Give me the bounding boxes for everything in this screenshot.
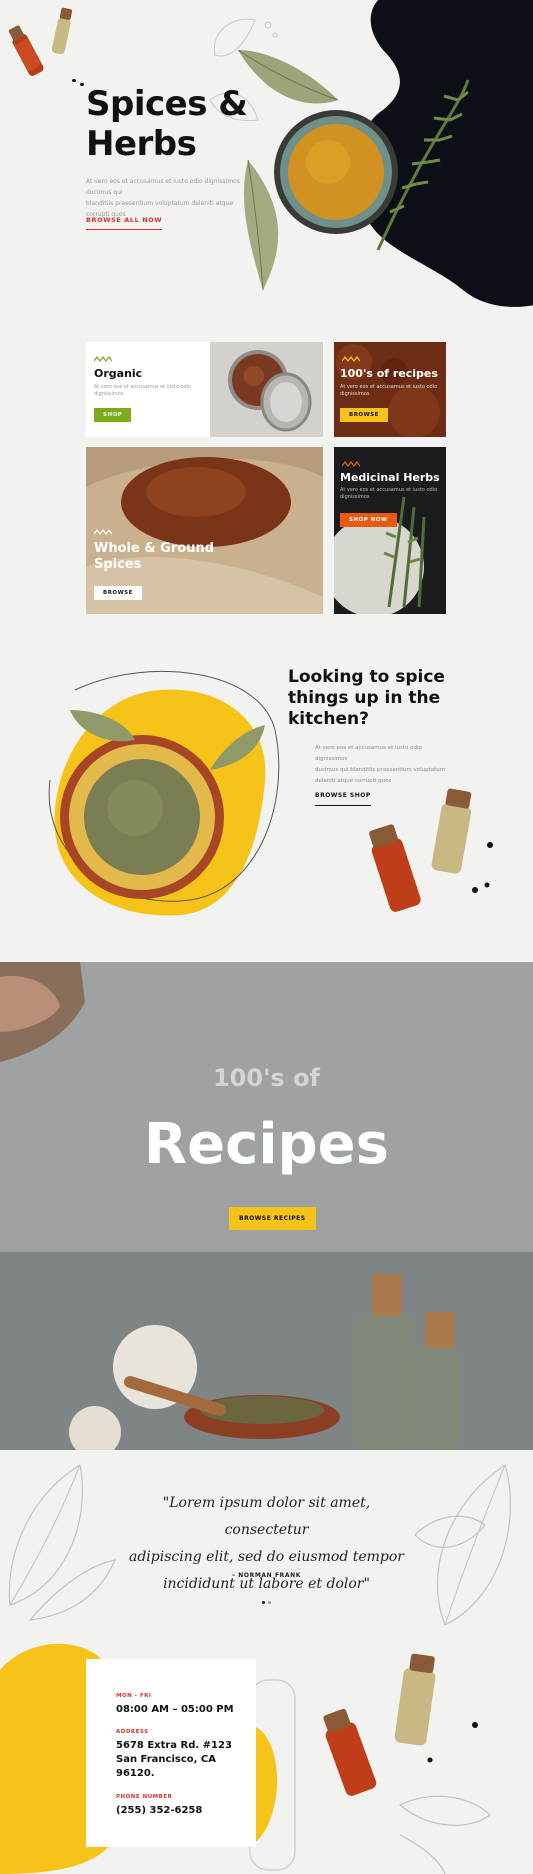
organic-shop-button[interactable]: SHOP (94, 408, 132, 422)
hero-title: Spices & Herbs (86, 84, 248, 164)
quote-line: adipiscing elit, sed do eiusmod tempor (129, 1549, 404, 1565)
pepper-dot (80, 83, 84, 86)
banner-pretitle: 100's of (212, 1064, 320, 1092)
banner-title: Recipes (144, 1112, 389, 1177)
spice-jars-image (369, 788, 493, 912)
pagination-dot[interactable] (262, 1601, 265, 1604)
medicinal-herbs-card[interactable]: Medicinal Herbs At vero eos et accusamus… (334, 447, 446, 614)
herb-bowl-image (48, 670, 280, 916)
medicinal-desc-line: dignissimos (340, 494, 370, 500)
recipes-banner: 100's of Recipes BROWSE RECIPES (0, 962, 533, 1450)
recipes-desc: At vero eos et accusamus et iusto odio d… (340, 384, 437, 398)
spice-text-line: ducimus qui blanditiis praesentium volup… (315, 767, 446, 773)
spice-text-line: At vero eos et accusamus et iusto odio d… (315, 745, 422, 762)
testimonial-pagination (262, 1589, 274, 1608)
spice-text-line: deleniti atque corrupti quos (315, 778, 392, 784)
whole-spices-card[interactable]: Whole & Ground Spices BROWSE (86, 447, 323, 614)
whole-title-line: Spices (94, 557, 142, 572)
squiggle-icon (94, 529, 112, 535)
sketch-bay-leaves-icon (8, 1464, 117, 1621)
organic-card[interactable]: Organic At vero eos et accusamus et iust… (86, 342, 210, 437)
address-line: 5678 Extra Rd. #123 (116, 1740, 232, 1751)
browse-recipes-button[interactable]: BROWSE RECIPES (229, 1207, 316, 1230)
pagination-dot[interactable] (268, 1601, 271, 1604)
pepper-dot (72, 79, 76, 82)
phone-label: PHONE NUMBER (116, 1794, 173, 1800)
sketch-bay-leaves-icon (414, 1464, 511, 1626)
spice-tin-image (210, 342, 323, 437)
testimonial-author: – NORMAN FRANK (232, 1572, 301, 1579)
squiggle-icon (94, 356, 112, 362)
hours-label: MON - FRI (116, 1693, 152, 1699)
whole-title-line: Whole & Ground (94, 541, 215, 556)
medicinal-title: Medicinal Herbs (340, 471, 440, 484)
recipes-desc-line: At vero eos et accusamus et iusto odio (340, 384, 438, 390)
phone-value[interactable]: (255) 352-6258 (116, 1804, 202, 1818)
spice-section-title: Looking to spice things up in the kitche… (288, 667, 445, 730)
recipes-card[interactable]: 100's of recipes At vero eos et accusamu… (334, 342, 446, 437)
whole-browse-button[interactable]: BROWSE (94, 586, 142, 600)
squiggle-icon (342, 461, 360, 467)
organic-desc: At vero eos et accusamus et iusto odio d… (94, 384, 191, 398)
hero-title-line: Herbs (86, 124, 197, 164)
kitchen-background-icon (0, 962, 533, 1450)
hours-value: 08:00 AM – 05:00 PM (116, 1704, 234, 1715)
spice-title-line: kitchen? (288, 709, 369, 729)
hero-title-line: Spices & (86, 84, 248, 124)
organic-title: Organic (94, 367, 143, 380)
hero-text-line: At vero eos et accusamus et iusto odio d… (86, 178, 240, 196)
recipes-browse-button[interactable]: BROWSE (340, 408, 388, 422)
address-label: ADDRESS (116, 1729, 149, 1735)
medicinal-desc-line: At vero eos et accusamus et iusto odio (340, 487, 438, 493)
address-value: 5678 Extra Rd. #123 San Francisco, CA 96… (116, 1739, 232, 1781)
testimonial-quote: "Lorem ipsum dolor sit amet, consectetur… (120, 1490, 413, 1598)
medicinal-shop-button[interactable]: SHOP NOW (340, 513, 397, 527)
browse-all-link[interactable]: BROWSE ALL NOW (86, 216, 163, 230)
hero-section: Spices & Herbs At vero eos et accusamus … (0, 0, 533, 310)
contact-card: MON - FRI 08:00 AM – 05:00 PM ADDRESS 56… (86, 1659, 256, 1847)
squiggle-icon (342, 356, 360, 362)
spice-tin-icon (210, 342, 323, 437)
recipes-desc-line: dignissimos (340, 391, 370, 397)
organic-desc-line: At vero eos et accusamus et iusto odio (94, 384, 192, 390)
spice-section-description: At vero eos et accusamus et iusto odio d… (315, 743, 455, 787)
contact-background-icon (0, 1643, 491, 1874)
page: Spices & Herbs At vero eos et accusamus … (0, 0, 533, 1874)
hero-description: At vero eos et accusamus et iusto odio d… (86, 176, 246, 220)
quote-line: "Lorem ipsum dolor sit amet, consectetur (162, 1495, 371, 1538)
organic-desc-line: dignissimos (94, 391, 124, 397)
recipes-title: 100's of recipes (340, 367, 438, 380)
whole-spices-title: Whole & Ground Spices (94, 541, 214, 573)
spice-title-line: things up in the (288, 688, 441, 708)
spice-title-line: Looking to spice (288, 667, 445, 687)
address-line: San Francisco, CA (116, 1754, 217, 1765)
medicinal-desc: At vero eos et accusamus et iusto odio d… (340, 487, 437, 501)
address-line: 96120. (116, 1768, 155, 1779)
